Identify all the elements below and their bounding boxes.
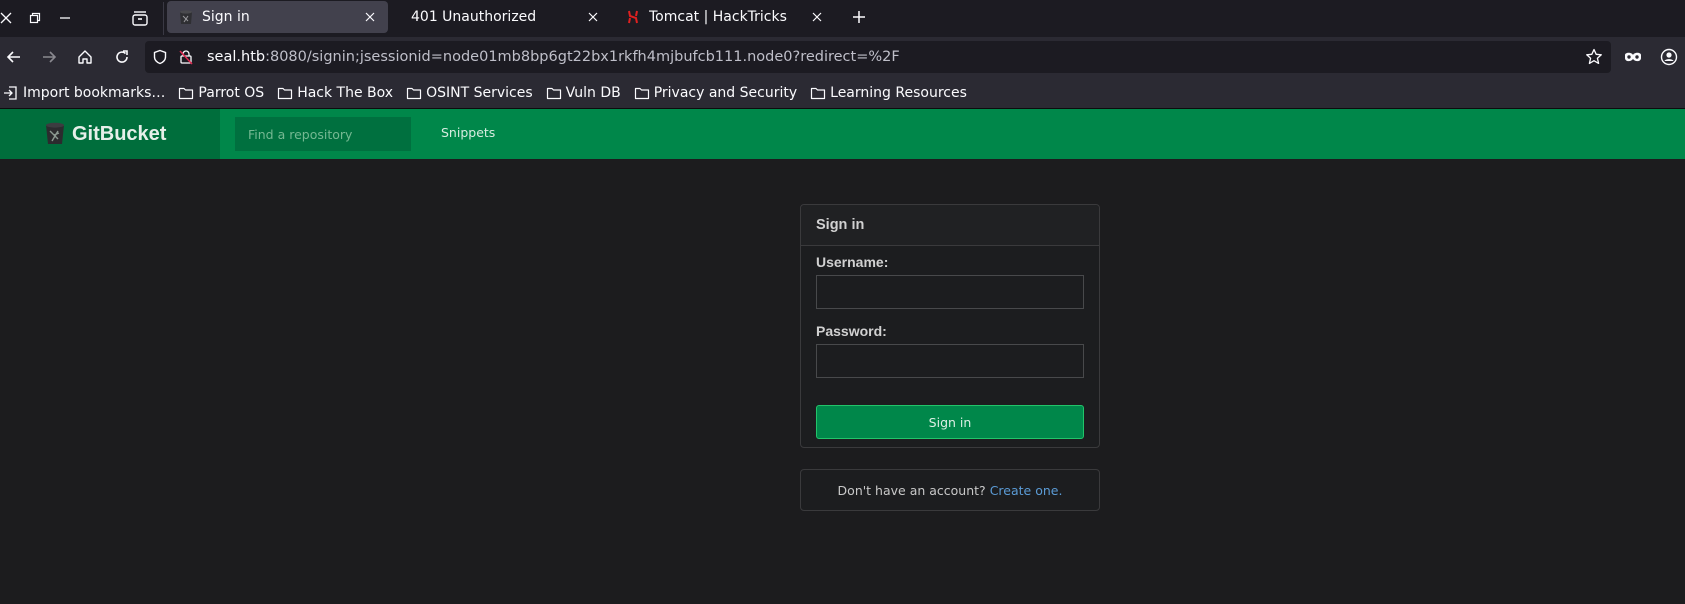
import-icon xyxy=(4,85,17,100)
tab-overview-icon[interactable] xyxy=(128,6,152,30)
close-window-icon[interactable] xyxy=(0,6,18,30)
tab-label: Sign in xyxy=(202,9,250,25)
bookmark-label: Parrot OS xyxy=(198,84,265,101)
folder-icon xyxy=(546,87,561,99)
bookmark-folder-osint-services[interactable]: OSINT Services xyxy=(406,85,533,101)
tab-label: Tomcat | HackTricks xyxy=(649,9,787,25)
bookmark-label: Vuln DB xyxy=(565,84,621,101)
reload-icon[interactable] xyxy=(110,45,134,69)
signup-prompt: Don't have an account? xyxy=(837,482,986,498)
password-input[interactable] xyxy=(816,344,1084,378)
folder-icon xyxy=(811,87,826,99)
bookmark-folder-vuln-db[interactable]: Vuln DB xyxy=(546,85,621,101)
close-tab-icon[interactable] xyxy=(807,7,827,27)
minimize-window-icon[interactable] xyxy=(53,6,77,30)
folder-icon xyxy=(406,87,422,99)
username-input[interactable] xyxy=(816,275,1084,309)
gitbucket-logo-icon xyxy=(46,122,64,144)
restore-window-icon[interactable] xyxy=(23,6,47,30)
home-icon[interactable] xyxy=(73,45,97,69)
address-bar[interactable]: seal.htb:8080/signin;jsessionid=node01mb… xyxy=(145,41,1611,73)
bookmarks-toolbar: Import bookmarks… Parrot OS Hack The Box… xyxy=(0,77,1685,108)
back-icon[interactable] xyxy=(2,45,26,69)
tab-separator xyxy=(163,2,164,35)
brand-name: GitBucket xyxy=(72,122,167,145)
create-account-link[interactable]: Create one. xyxy=(990,483,1063,498)
tab-label: 401 Unauthorized xyxy=(411,9,537,25)
signin-submit-button[interactable]: Sign in xyxy=(816,405,1084,439)
bookmark-folder-privacy-and-security[interactable]: Privacy and Security xyxy=(634,85,797,101)
bookmark-folder-learning-resources[interactable]: Learning Resources xyxy=(810,85,967,101)
password-label: Password: xyxy=(816,323,887,339)
bookmark-folder-hack-the-box[interactable]: Hack The Box xyxy=(277,85,393,101)
browser-tab-bar: Sign in 401 Unauthorized Tomcat | HackTr… xyxy=(0,0,1685,37)
signup-panel: Don't have an account? Create one. xyxy=(800,469,1100,511)
account-icon[interactable] xyxy=(1657,45,1681,69)
gitbucket-icon xyxy=(178,9,194,25)
bookmark-star-icon[interactable] xyxy=(1585,48,1603,66)
url-path: :8080/signin;jsessionid=node01mb8bp6gt22… xyxy=(265,49,900,65)
signin-panel-title: Sign in xyxy=(801,205,1099,246)
private-browsing-icon[interactable] xyxy=(1621,45,1645,69)
main-content: Sign in Username: Password: Sign in Don'… xyxy=(0,159,1685,604)
tab-401-unauthorized[interactable]: 401 Unauthorized xyxy=(390,1,611,33)
forward-icon[interactable] xyxy=(37,45,61,69)
close-tab-icon[interactable] xyxy=(583,7,603,27)
browser-nav-bar: seal.htb:8080/signin;jsessionid=node01mb… xyxy=(0,37,1685,77)
insecure-lock-icon[interactable] xyxy=(178,49,194,65)
bookmark-label: Import bookmarks… xyxy=(23,84,166,101)
bookmark-label: Privacy and Security xyxy=(653,84,798,101)
brand-link[interactable]: GitBucket xyxy=(0,109,220,159)
url-text[interactable]: seal.htb:8080/signin;jsessionid=node01mb… xyxy=(207,47,900,67)
username-label: Username: xyxy=(816,254,889,270)
tab-sign-in[interactable]: Sign in xyxy=(167,1,388,33)
folder-icon xyxy=(278,87,293,99)
folder-icon xyxy=(179,87,194,99)
close-tab-icon[interactable] xyxy=(360,7,380,27)
tracking-shield-icon[interactable] xyxy=(152,49,168,65)
nav-snippets-link[interactable]: Snippets xyxy=(441,125,495,140)
gitbucket-header: GitBucket Snippets xyxy=(0,109,1685,159)
new-tab-icon[interactable] xyxy=(847,5,871,29)
bookmark-import[interactable]: Import bookmarks… xyxy=(3,85,165,101)
tab-tomcat-hacktricks[interactable]: Tomcat | HackTricks xyxy=(614,1,835,33)
folder-icon xyxy=(634,87,649,99)
bookmark-label: OSINT Services xyxy=(426,84,533,101)
url-host: seal.htb xyxy=(207,49,266,65)
hacktricks-icon xyxy=(625,9,641,25)
bookmark-label: Learning Resources xyxy=(830,84,967,101)
signin-panel: Sign in Username: Password: Sign in xyxy=(800,204,1100,448)
bookmark-folder-parrot-os[interactable]: Parrot OS xyxy=(178,85,264,101)
bookmark-label: Hack The Box xyxy=(297,84,394,101)
repository-search-input[interactable] xyxy=(235,117,411,151)
